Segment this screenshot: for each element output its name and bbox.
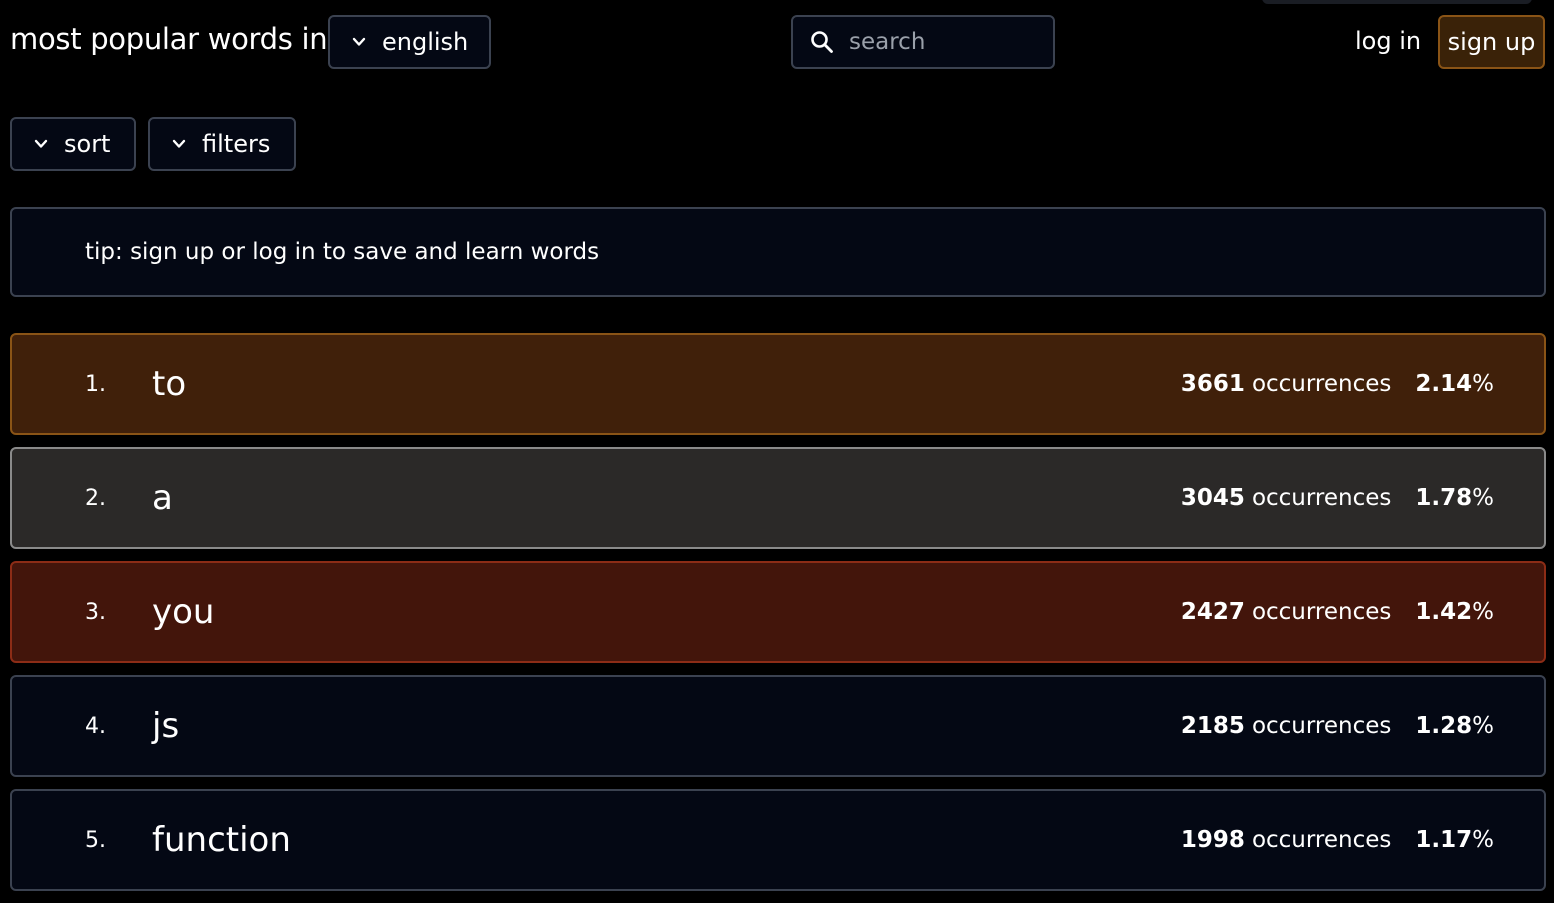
tip-text: tip: sign up or log in to save and learn… — [85, 239, 600, 265]
word-rank: 2. — [85, 485, 106, 511]
word-row[interactable]: 1. to 3661 occurrences 2.14% — [10, 333, 1546, 435]
page-title: most popular words in — [10, 22, 328, 56]
occurrence-count: 1998 — [1180, 827, 1245, 853]
sort-button[interactable]: sort — [10, 117, 136, 171]
occurrence-count: 2427 — [1180, 599, 1245, 625]
percent-sign: % — [1472, 485, 1494, 511]
language-select[interactable]: english — [328, 15, 491, 69]
top-edge-element — [1262, 0, 1532, 4]
occurrence-count: 3045 — [1180, 485, 1245, 511]
chevron-down-icon — [352, 37, 366, 46]
word-stats: 3661 occurrences 2.14% — [1181, 335, 1494, 433]
chevron-down-icon — [34, 139, 48, 148]
word-stats: 1998 occurrences 1.17% — [1181, 791, 1494, 889]
occurrence-count: 3661 — [1180, 371, 1245, 397]
word-row[interactable]: 3. you 2427 occurrences 1.42% — [10, 561, 1546, 663]
frequency-percent: 1.28 — [1415, 713, 1473, 739]
word-text: function — [152, 820, 291, 860]
filters-button[interactable]: filters — [148, 117, 296, 171]
occurrence-label: occurrences — [1251, 827, 1392, 853]
frequency-percent: 1.42 — [1415, 599, 1473, 625]
word-text: you — [152, 592, 215, 632]
word-stats: 2427 occurrences 1.42% — [1181, 563, 1494, 661]
word-rank: 4. — [85, 713, 106, 739]
sort-button-label: sort — [64, 130, 111, 158]
tip-banner: tip: sign up or log in to save and learn… — [10, 207, 1546, 297]
percent-sign: % — [1472, 599, 1494, 625]
occurrence-label: occurrences — [1251, 599, 1392, 625]
frequency-percent: 2.14 — [1415, 371, 1473, 397]
word-rank: 3. — [85, 599, 106, 625]
word-row[interactable]: 4. js 2185 occurrences 1.28% — [10, 675, 1546, 777]
frequency-percent: 1.17 — [1415, 827, 1473, 853]
percent-sign: % — [1472, 827, 1494, 853]
word-row[interactable]: 5. function 1998 occurrences 1.17% — [10, 789, 1546, 891]
signup-button[interactable]: sign up — [1438, 15, 1545, 69]
search-input[interactable] — [849, 29, 1029, 55]
word-stats: 2185 occurrences 1.28% — [1181, 677, 1494, 775]
word-rank: 1. — [85, 371, 106, 397]
occurrence-count: 2185 — [1180, 713, 1245, 739]
search-icon — [811, 31, 833, 53]
frequency-percent: 1.78 — [1415, 485, 1473, 511]
chevron-down-icon — [172, 139, 186, 148]
login-link[interactable]: log in — [1355, 27, 1421, 55]
word-text: a — [152, 478, 173, 518]
filters-button-label: filters — [202, 130, 271, 158]
word-text: to — [152, 364, 187, 404]
word-rank: 5. — [85, 827, 106, 853]
language-select-label: english — [382, 28, 469, 56]
word-stats: 3045 occurrences 1.78% — [1181, 449, 1494, 547]
occurrence-label: occurrences — [1251, 485, 1392, 511]
percent-sign: % — [1472, 371, 1494, 397]
search-box[interactable] — [791, 15, 1055, 69]
percent-sign: % — [1472, 713, 1494, 739]
word-row[interactable]: 2. a 3045 occurrences 1.78% — [10, 447, 1546, 549]
word-text: js — [152, 706, 180, 746]
page: most popular words in english log in sig… — [0, 0, 1554, 903]
occurrence-label: occurrences — [1251, 713, 1392, 739]
occurrence-label: occurrences — [1251, 371, 1392, 397]
